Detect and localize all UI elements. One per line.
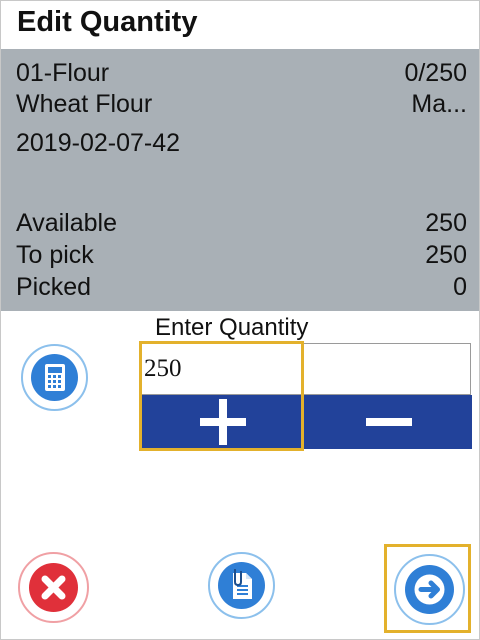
arrow-right-icon	[414, 574, 445, 605]
increment-button[interactable]	[141, 395, 304, 449]
page-title: Edit Quantity	[17, 6, 198, 38]
stat-value: 250	[425, 209, 467, 237]
quantity-input[interactable]	[141, 343, 471, 395]
clipboard-attachment-icon	[233, 569, 252, 599]
attachment-button[interactable]	[208, 552, 275, 619]
pick-progress: 0/250	[404, 59, 467, 87]
item-info-panel: 01-Flour 0/250 Wheat Flour Ma... 2019-02…	[1, 49, 479, 311]
stat-label: Available	[16, 209, 118, 237]
enter-quantity-label: Enter Quantity	[155, 314, 309, 341]
stat-value: 250	[425, 241, 467, 269]
calculator-button[interactable]	[21, 344, 88, 411]
calculator-icon	[45, 364, 65, 391]
stat-row-to-pick: To pick 250	[16, 241, 467, 273]
cancel-button[interactable]	[18, 552, 89, 623]
stat-row-available: Available 250	[16, 209, 467, 241]
stat-row-picked: Picked 0	[16, 273, 467, 305]
close-icon	[41, 575, 66, 600]
quantity-input-value: 250	[144, 355, 182, 382]
item-code: 01-Flour	[16, 59, 110, 87]
item-name-secondary: Ma...	[411, 90, 467, 118]
item-code-row: 01-Flour 0/250	[16, 59, 467, 91]
item-name-row: Wheat Flour Ma...	[16, 90, 467, 122]
stat-value: 0	[453, 273, 467, 301]
next-button[interactable]	[394, 554, 465, 625]
decrement-button[interactable]	[304, 395, 472, 449]
lot-row: 2019-02-07-42	[16, 129, 467, 161]
stat-label: To pick	[16, 241, 94, 269]
edit-quantity-screen: Edit Quantity 01-Flour 0/250 Wheat Flour…	[0, 0, 480, 640]
lot-number: 2019-02-07-42	[16, 129, 181, 157]
stat-label: Picked	[16, 273, 92, 301]
item-name: Wheat Flour	[16, 90, 153, 118]
